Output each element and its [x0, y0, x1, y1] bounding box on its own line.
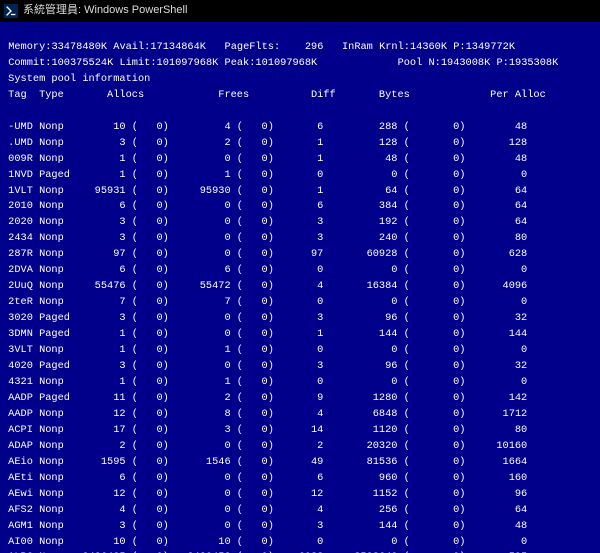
- table-row: AEwi Nonp 12 ( 0) 0 ( 0) 12 1152 ( 0) 96: [2, 487, 594, 503]
- powershell-window: 系統管理員: Windows PowerShell Memory:3347848…: [0, 0, 600, 553]
- mem-line-2: Commit:100375524K Limit:101097968K Peak:…: [2, 57, 558, 69]
- table-row: 2teR Nonp 7 ( 0) 7 ( 0) 0 0 ( 0) 0: [2, 295, 594, 311]
- table-row: AI00 Nonp 10 ( 0) 10 ( 0) 0 0 ( 0) 0: [2, 535, 594, 551]
- table-row: .UMD Nonp 3 ( 0) 2 ( 0) 1 128 ( 0) 128: [2, 136, 594, 152]
- table-row: 2DVA Nonp 6 ( 0) 6 ( 0) 0 0 ( 0) 0: [2, 263, 594, 279]
- table-row: 287R Nonp 97 ( 0) 0 ( 0) 97 60928 ( 0) 6…: [2, 247, 594, 263]
- table-row: 2UuQ Nonp 55476 ( 0) 55472 ( 0) 4 16384 …: [2, 279, 594, 295]
- table-row: 2020 Nonp 3 ( 0) 0 ( 0) 3 192 ( 0) 64: [2, 215, 594, 231]
- table-row: 4321 Nonp 1 ( 0) 1 ( 0) 0 0 ( 0) 0: [2, 375, 594, 391]
- table-body: -UMD Nonp 10 ( 0) 4 ( 0) 6 288 ( 0) 48 .…: [2, 120, 594, 553]
- table-row: 1VLT Nonp 95931 ( 0) 95930 ( 0) 1 64 ( 0…: [2, 184, 594, 200]
- table-row: AEti Nonp 6 ( 0) 0 ( 0) 6 960 ( 0) 160: [2, 471, 594, 487]
- mem-line-1: Memory:33478480K Avail:17134864K PageFlt…: [2, 41, 515, 53]
- table-row: ACPI Nonp 17 ( 0) 3 ( 0) 14 1120 ( 0) 80: [2, 423, 594, 439]
- table-row: -UMD Nonp 10 ( 0) 4 ( 0) 6 288 ( 0) 48: [2, 120, 594, 136]
- table-row: AADP Paged 11 ( 0) 2 ( 0) 9 1280 ( 0) 14…: [2, 391, 594, 407]
- table-row: 3DMN Paged 1 ( 0) 0 ( 0) 1 144 ( 0) 144: [2, 327, 594, 343]
- window-title: 系統管理員: Windows PowerShell: [23, 2, 187, 19]
- powershell-icon: [4, 4, 18, 18]
- table-row: 4020 Paged 3 ( 0) 0 ( 0) 3 96 ( 0) 32: [2, 359, 594, 375]
- table-row: 3VLT Nonp 1 ( 0) 1 ( 0) 0 0 ( 0) 0: [2, 343, 594, 359]
- table-row: ADAP Nonp 2 ( 0) 0 ( 0) 2 20320 ( 0) 101…: [2, 439, 594, 455]
- column-headers: Tag Type Allocs Frees Diff Bytes Per All…: [2, 89, 546, 101]
- blank-line: [2, 105, 8, 117]
- table-row: AEio Nonp 1595 ( 0) 1546 ( 0) 49 81536 (…: [2, 455, 594, 471]
- table-row: 1NVD Paged 1 ( 0) 1 ( 0) 0 0 ( 0) 0: [2, 168, 594, 184]
- table-row: AFS2 Nonp 4 ( 0) 0 ( 0) 4 256 ( 0) 64: [2, 503, 594, 519]
- console-output[interactable]: Memory:33478480K Avail:17134864K PageFlt…: [0, 22, 600, 553]
- table-row: 3020 Paged 3 ( 0) 0 ( 0) 3 96 ( 0) 32: [2, 311, 594, 327]
- table-row: 2010 Nonp 6 ( 0) 0 ( 0) 6 384 ( 0) 64: [2, 199, 594, 215]
- section-title: System pool information: [2, 73, 150, 85]
- titlebar[interactable]: 系統管理員: Windows PowerShell: [0, 0, 600, 22]
- table-row: AGM1 Nonp 3 ( 0) 0 ( 0) 3 144 ( 0) 48: [2, 519, 594, 535]
- table-row: AADP Nonp 12 ( 0) 8 ( 0) 4 6848 ( 0) 171…: [2, 407, 594, 423]
- table-row: 009R Nonp 1 ( 0) 0 ( 0) 1 48 ( 0) 48: [2, 152, 594, 168]
- table-row: 2434 Nonp 3 ( 0) 0 ( 0) 3 240 ( 0) 80: [2, 231, 594, 247]
